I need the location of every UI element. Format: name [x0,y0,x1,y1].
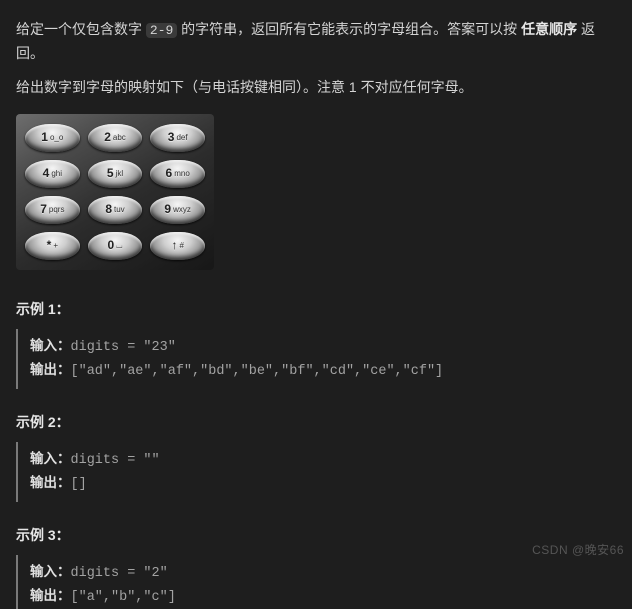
output-label: 输出： [30,362,71,377]
example-1-title: 示例 1： [16,298,616,322]
key-hash: ↑# [150,232,205,260]
key-0: 0⌴ [88,232,143,260]
output-label: 输出： [30,588,71,603]
example-2-title: 示例 2： [16,411,616,435]
example-2-output: [] [71,477,87,492]
key-8: 8tuv [88,196,143,224]
any-order-bold: 任意顺序 [521,21,577,37]
desc-text: 给定一个仅包含数字 [16,21,146,37]
example-3-title: 示例 3： [16,524,616,548]
key-1: 1o_o [25,124,80,152]
example-1-block: 输入：digits = "23" 输出：["ad","ae","af","bd"… [16,329,616,388]
desc-text: 的字符串，返回所有它能表示的字母组合。答案可以按 [177,21,521,37]
key-5: 5jkl [88,160,143,188]
key-4: 4ghi [25,160,80,188]
example-3-input: digits = "2" [71,566,168,581]
key-3: 3def [150,124,205,152]
input-label: 输入： [30,564,71,579]
key-6: 6mno [150,160,205,188]
example-2-input: digits = "" [71,453,160,468]
key-star: *+ [25,232,80,260]
example-2-output-line: 输出：[] [30,472,606,496]
input-label: 输入： [30,338,71,353]
key-2: 2abc [88,124,143,152]
example-3-input-line: 输入：digits = "2" [30,561,606,585]
output-label: 输出： [30,475,71,490]
example-1-input: digits = "23" [71,340,176,355]
problem-description-line-1: 给定一个仅包含数字 2-9 的字符串，返回所有它能表示的字母组合。答案可以按 任… [16,18,616,66]
example-1-input-line: 输入：digits = "23" [30,335,606,359]
example-2-block: 输入：digits = "" 输出：[] [16,442,616,501]
phone-keypad: 1o_o 2abc 3def 4ghi 5jkl 6mno 7pqrs 8tuv… [16,114,214,270]
problem-description-line-2: 给出数字到字母的映射如下（与电话按键相同）。注意 1 不对应任何字母。 [16,76,616,100]
key-7: 7pqrs [25,196,80,224]
example-2-input-line: 输入：digits = "" [30,448,606,472]
example-1-output-line: 输出：["ad","ae","af","bd","be","bf","cd","… [30,359,606,383]
input-label: 输入： [30,451,71,466]
key-9: 9wxyz [150,196,205,224]
example-3-output: ["a","b","c"] [71,590,176,605]
digits-range-chip: 2-9 [146,23,177,38]
watermark: CSDN @晚安66 [532,540,624,560]
example-3-block: 输入：digits = "2" 输出：["a","b","c"] [16,555,616,609]
example-3-output-line: 输出：["a","b","c"] [30,585,606,609]
example-1-output: ["ad","ae","af","bd","be","bf","cd","ce"… [71,364,444,379]
